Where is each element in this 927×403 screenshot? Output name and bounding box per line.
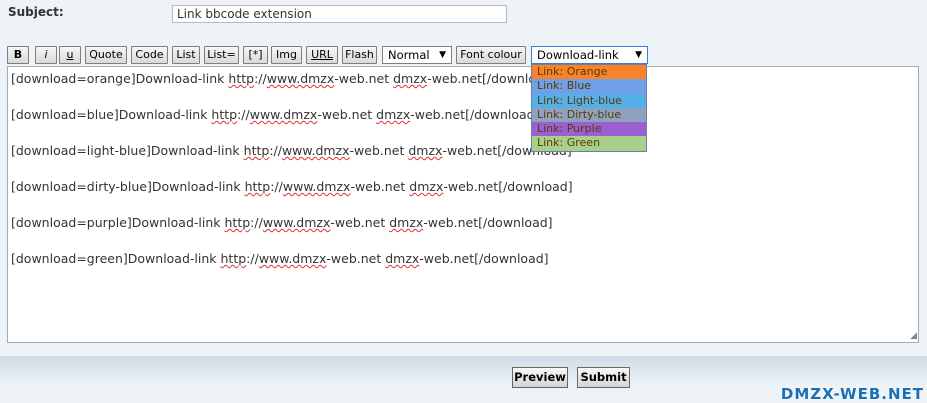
font-size-select[interactable]: Normal ▼ [382, 46, 452, 64]
flash-button[interactable]: Flash [342, 46, 377, 64]
editor-text: :// [237, 107, 250, 122]
spellcheck-word: www.dmzx [281, 143, 350, 158]
spellcheck-word: dmzx [385, 251, 420, 266]
spellcheck-word: http [211, 107, 238, 122]
message-editor[interactable]: [download=orange]Download-link http://ww… [7, 66, 919, 343]
editor-text: [download=orange]Download-link [11, 71, 229, 86]
editor-text: -web.net[/download] [419, 251, 549, 266]
subject-input[interactable]: Link bbcode extension [172, 5, 507, 23]
editor-text: [download=light-blue]Download-link [11, 143, 244, 158]
editor-text: -web.net [330, 215, 390, 230]
underline-button[interactable]: u [59, 46, 81, 64]
editor-text: [download=purple]Download-link [11, 215, 225, 230]
editor-text: :// [250, 215, 263, 230]
spellcheck-word: www.dmzx [262, 215, 331, 230]
editor-line: [download=light-blue]Download-link http:… [11, 143, 915, 179]
list-item-button[interactable]: [*] [243, 46, 268, 64]
spellcheck-word: www.dmzx [266, 71, 335, 86]
editor-text: :// [246, 251, 259, 266]
spellcheck-word: http [220, 251, 247, 266]
editor-content: [download=orange]Download-link http://ww… [11, 71, 915, 287]
download-option[interactable]: Link: Dirty-blue [532, 107, 646, 123]
font-colour-button[interactable]: Font colour [456, 46, 526, 64]
editor-text: -web.net [317, 107, 377, 122]
spellcheck-word: dmzx [376, 107, 411, 122]
editor-line: [download=orange]Download-link http://ww… [11, 71, 915, 107]
editor-line: [download=purple]Download-link http://ww… [11, 215, 915, 251]
italic-button[interactable]: i [35, 46, 57, 64]
chevron-down-icon: ▼ [635, 50, 642, 60]
editor-text: -web.net[/download] [423, 215, 553, 230]
spellcheck-word: http [244, 179, 271, 194]
editor-line: [download=dirty-blue]Download-link http:… [11, 179, 915, 215]
spellcheck-word: http [224, 215, 251, 230]
editor-text: :// [269, 143, 282, 158]
editor-text: :// [254, 71, 267, 86]
editor-text: -web.net [349, 143, 409, 158]
url-button[interactable]: URL [306, 46, 338, 64]
editor-line: [download=blue]Download-link http://www.… [11, 107, 915, 143]
download-link-value: Download-link [537, 48, 619, 62]
spellcheck-word: dmzx [393, 71, 428, 86]
download-link-dropdown: Link: Orange Link: Blue Link: Light-blue Li… [531, 64, 647, 152]
chevron-down-icon: ▼ [439, 50, 446, 60]
ordered-list-button[interactable]: List= [204, 46, 239, 64]
spellcheck-word: www.dmzx [249, 107, 318, 122]
download-link-select[interactable]: Download-link ▼ [531, 46, 648, 64]
code-button[interactable]: Code [131, 46, 168, 64]
img-button[interactable]: Img [271, 46, 302, 64]
spellcheck-word: www.dmzx [282, 179, 351, 194]
editor-text: -web.net[/download] [443, 179, 573, 194]
download-option[interactable]: Link: Green [532, 136, 646, 151]
spellcheck-word: dmzx [409, 179, 444, 194]
font-size-value: Normal [388, 48, 430, 62]
download-option[interactable]: Link: Orange [532, 65, 646, 80]
editor-text: -web.net [326, 251, 386, 266]
editor-text: :// [270, 179, 283, 194]
spellcheck-word: http [228, 71, 255, 86]
editor-text: -web.net[/download] [410, 107, 540, 122]
spellcheck-word: dmzx [408, 143, 443, 158]
list-button[interactable]: List [172, 46, 200, 64]
editor-text: -web.net [334, 71, 394, 86]
submit-button[interactable]: Submit [577, 367, 630, 388]
editor-text: -web.net [350, 179, 410, 194]
download-option[interactable]: Link: Light-blue [532, 93, 646, 108]
bold-button[interactable]: B [7, 46, 29, 64]
spellcheck-word: http [243, 143, 270, 158]
editor-line: [download=green]Download-link http://www… [11, 251, 915, 287]
watermark-logo: DMZX-WEB.NET [780, 385, 924, 403]
editor-text: [download=green]Download-link [11, 251, 221, 266]
download-option[interactable]: Link: Blue [532, 79, 646, 94]
download-option[interactable]: Link: Purple [532, 122, 646, 137]
subject-label: Subject: [8, 5, 64, 19]
preview-button[interactable]: Preview [512, 367, 568, 388]
spellcheck-word: www.dmzx [258, 251, 327, 266]
editor-text: [download=dirty-blue]Download-link [11, 179, 245, 194]
editor-text: [download=blue]Download-link [11, 107, 212, 122]
quote-button[interactable]: Quote [85, 46, 127, 64]
spellcheck-word: dmzx [389, 215, 424, 230]
resize-handle-icon[interactable]: ◢ [910, 331, 917, 341]
